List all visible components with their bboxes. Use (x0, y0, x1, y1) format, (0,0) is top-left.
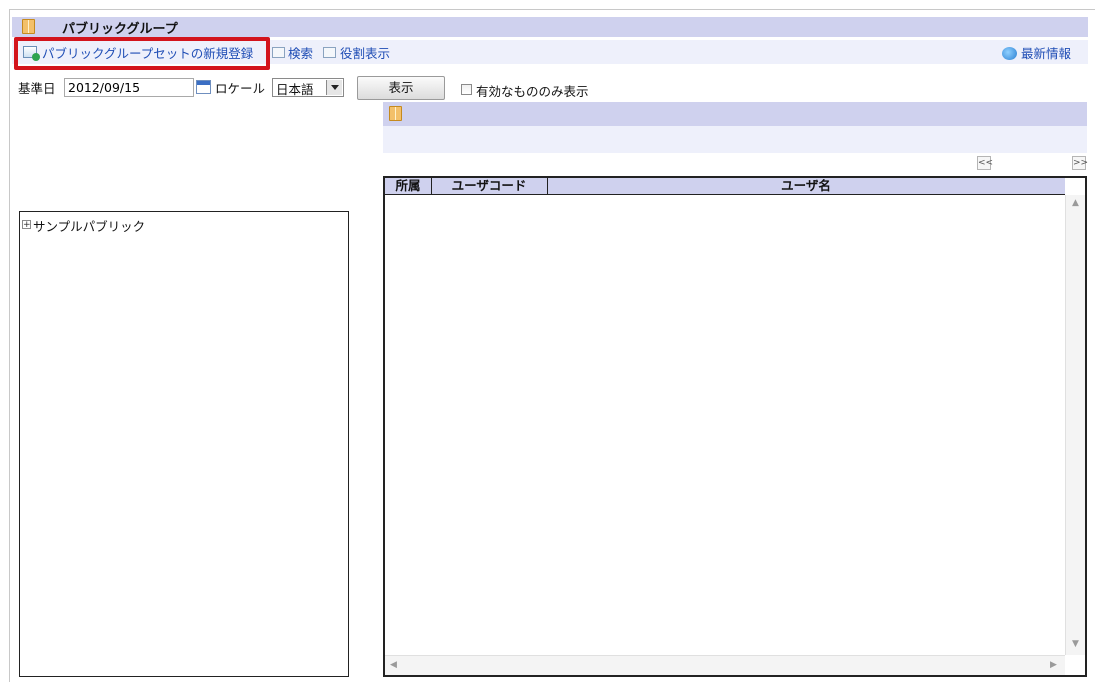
group-tree (19, 211, 349, 677)
chevron-down-icon[interactable] (326, 80, 342, 95)
date-input[interactable] (64, 78, 194, 97)
column-header-user-name[interactable]: ユーザ名 (547, 178, 1065, 195)
role-display-link[interactable]: 役割表示 (340, 43, 390, 62)
locale-select-value: 日本語 (276, 82, 314, 97)
refresh-link[interactable]: 最新情報 (1021, 43, 1071, 62)
scroll-up-icon[interactable]: ▲ (1072, 198, 1079, 208)
panel-title: パブリックグループ (62, 22, 178, 37)
expand-plus-icon[interactable]: + (22, 220, 31, 230)
book-icon (22, 19, 35, 34)
vertical-scrollbar[interactable]: ▲ ▼ (1065, 195, 1085, 655)
highlight-box (14, 37, 270, 70)
active-only-checkbox[interactable] (461, 84, 472, 95)
prev-page-button[interactable]: << (977, 156, 993, 170)
book-icon (389, 106, 402, 121)
active-only-label: 有効なもののみ表示 (476, 84, 589, 99)
search-link[interactable]: 検索 (288, 43, 313, 62)
grid-header: 所属 ユーザコード ユーザ名 (385, 178, 1065, 195)
refresh-icon[interactable] (1002, 47, 1017, 60)
search-icon[interactable] (272, 47, 285, 58)
scroll-right-icon[interactable]: ▶ (1050, 660, 1057, 670)
detail-header (383, 102, 1087, 126)
role-icon[interactable] (323, 47, 336, 58)
tree-node-sample-public[interactable]: サンプルパブリック (33, 216, 145, 235)
show-button[interactable]: 表示 (357, 76, 445, 100)
detail-strip (383, 126, 1087, 153)
scroll-left-icon[interactable]: ◀ (390, 660, 397, 670)
column-header-user-code[interactable]: ユーザコード (431, 178, 548, 195)
user-grid (383, 176, 1087, 677)
scroll-down-icon[interactable]: ▼ (1072, 639, 1079, 649)
calendar-icon[interactable] (196, 80, 211, 94)
next-page-button[interactable]: >> (1072, 156, 1088, 170)
date-label: 基準日 (18, 81, 56, 96)
horizontal-scrollbar[interactable]: ◀ ▶ (385, 655, 1065, 675)
locale-label: ロケール (215, 81, 266, 96)
column-header-affiliation[interactable]: 所属 (385, 178, 432, 195)
